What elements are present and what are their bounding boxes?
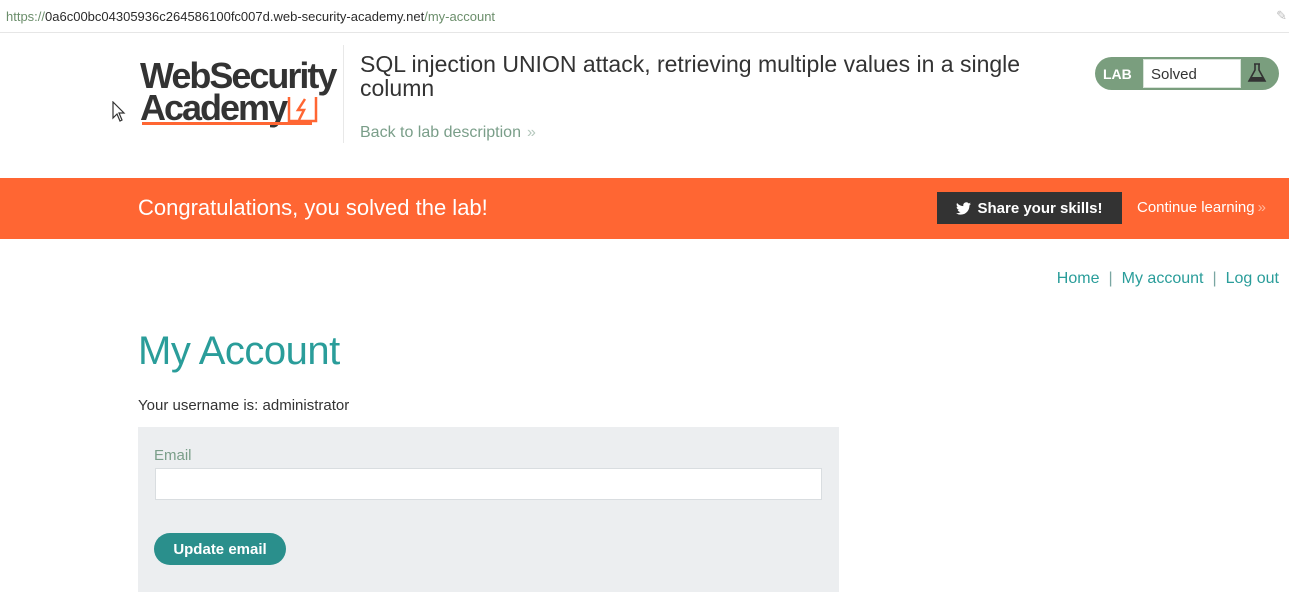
lab-badge-label: LAB [1103, 66, 1132, 82]
web-security-academy-logo[interactable]: WebSecurity Academy [140, 58, 345, 130]
lab-status-box: Solved [1143, 59, 1241, 88]
share-button-label: Share your skills! [977, 199, 1103, 217]
flask-icon [1247, 63, 1267, 82]
nav-home-link[interactable]: Home [1057, 270, 1100, 287]
double-chevron-right-icon: » [1257, 199, 1266, 216]
lab-status-badge: LAB Solved [1095, 57, 1279, 90]
browser-address-bar[interactable]: https://0a6c00bc04305936c264586100fc007d… [0, 0, 1289, 33]
username-text: Your username is: administrator [138, 397, 350, 414]
double-chevron-right-icon: » [526, 124, 536, 141]
page-title: My Account [138, 329, 340, 373]
congratulations-message: Congratulations, you solved the lab! [138, 195, 488, 220]
nav-separator: | [1108, 270, 1113, 287]
continue-learning-link[interactable]: Continue learning» [1137, 199, 1266, 216]
share-your-skills-button[interactable]: Share your skills! [937, 192, 1122, 224]
edit-icon[interactable]: ✎ [1276, 8, 1287, 24]
mouse-cursor-icon [112, 101, 126, 122]
url-text[interactable]: https://0a6c00bc04305936c264586100fc007d… [6, 9, 495, 24]
solved-banner: Congratulations, you solved the lab! Sha… [0, 178, 1289, 239]
url-path: /my-account [424, 9, 496, 24]
logo-text-line2: Academy [140, 87, 288, 128]
email-label: Email [154, 447, 192, 464]
change-email-form: Email Update email [138, 427, 839, 592]
nav-log-out-link[interactable]: Log out [1226, 270, 1279, 287]
back-link-label: Back to lab description [360, 124, 521, 141]
url-host: 0a6c00bc04305936c264586100fc007d.web-sec… [45, 9, 425, 24]
nav-separator: | [1212, 270, 1217, 287]
continue-learning-label: Continue learning [1137, 199, 1255, 216]
update-email-button[interactable]: Update email [154, 533, 286, 565]
twitter-icon [956, 201, 972, 215]
back-to-lab-description-link[interactable]: Back to lab description » [360, 124, 536, 142]
nav-my-account-link[interactable]: My account [1122, 270, 1204, 287]
lab-status-text: Solved [1151, 66, 1197, 83]
email-input[interactable] [155, 468, 822, 500]
lab-title: SQL injection UNION attack, retrieving m… [360, 51, 1021, 101]
logo-underline [142, 122, 312, 125]
url-scheme: https:// [6, 9, 46, 24]
account-nav: Home | My account | Log out [1057, 270, 1279, 288]
header-divider [343, 45, 344, 143]
